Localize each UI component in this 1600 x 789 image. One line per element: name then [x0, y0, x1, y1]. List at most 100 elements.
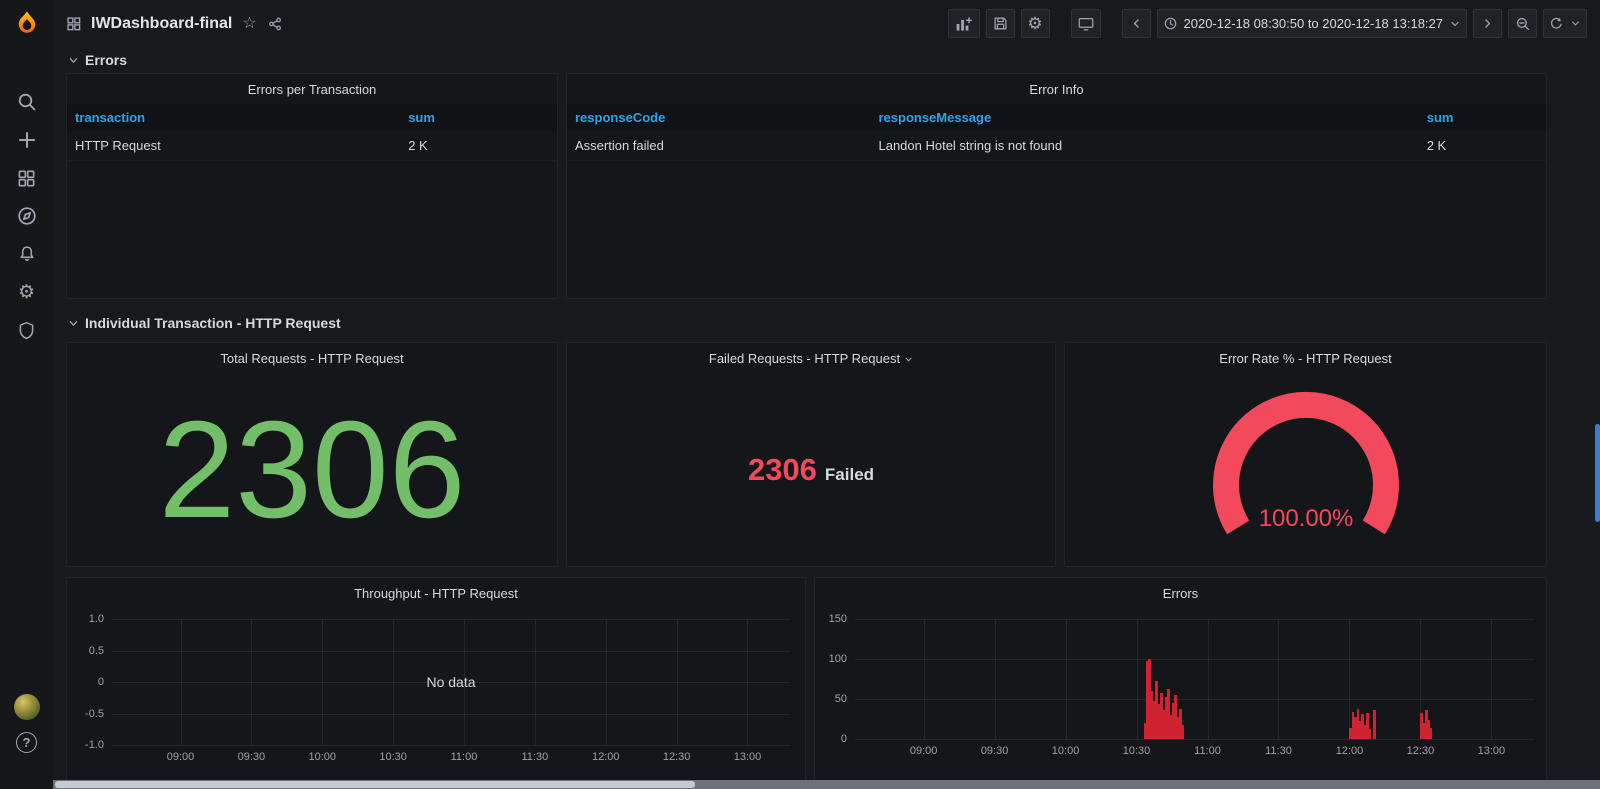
star-icon[interactable]: ☆: [242, 15, 256, 32]
column-header-sum[interactable]: sum: [400, 104, 557, 131]
y-axis-tick-label: 150: [828, 612, 847, 625]
grid-line-vertical: [534, 619, 536, 745]
error-info-table: responseCode responseMessage sum Asserti…: [567, 104, 1546, 161]
grid-line-horizontal: [855, 739, 1534, 740]
grid-line-vertical: [251, 619, 253, 745]
no-data-label: No data: [426, 674, 476, 690]
y-axis-tick-label: -1.0: [85, 738, 104, 751]
cell-transaction: HTTP Request: [67, 131, 400, 161]
y-axis-tick-label: -0.5: [85, 707, 104, 720]
explore-compass-icon[interactable]: [14, 203, 40, 229]
column-header-transaction[interactable]: transaction: [67, 104, 401, 131]
add-panel-button[interactable]: [947, 9, 980, 38]
x-axis-tick-label: 13:00: [733, 751, 762, 763]
error-bar: [1181, 724, 1184, 739]
grid-line-horizontal: [112, 650, 790, 652]
y-axis-tick-label: 1.0: [88, 612, 104, 625]
grid-line-vertical: [322, 619, 324, 745]
gauge-container: 100.00%: [1065, 377, 1546, 560]
x-axis-tick-label: 11:30: [1265, 745, 1292, 757]
horizontal-scrollbar[interactable]: [53, 780, 1600, 789]
grid-line-vertical: [605, 619, 607, 745]
panel-row-3: Throughput - HTTP Request 1.0 0.5 0 -0.5 -1.…: [66, 577, 1547, 789]
panel-title[interactable]: Throughput - HTTP Request: [67, 578, 805, 608]
row-header-individual-transaction[interactable]: Individual Transaction - HTTP Request: [66, 310, 1547, 336]
stat-value-container: 2306 Failed: [567, 373, 1055, 566]
refresh-button[interactable]: [1543, 9, 1587, 38]
refresh-interval-caret-icon: [1572, 21, 1579, 26]
horizontal-scrollbar-thumb[interactable]: [55, 781, 695, 788]
plus-icon[interactable]: [14, 127, 40, 153]
column-header-responsemessage[interactable]: responseMessage: [870, 104, 1419, 131]
grid-line-horizontal: [855, 658, 1534, 660]
grid-line-horizontal: [112, 745, 790, 746]
panel-menu-caret-icon[interactable]: [904, 355, 913, 364]
x-axis-tick-label: 10:00: [308, 751, 337, 763]
time-range-picker[interactable]: 2020-12-18 08:30:50 to 2020-12-18 13:18:…: [1156, 9, 1467, 38]
dashboards-grid-icon[interactable]: [14, 165, 40, 191]
grid-line-vertical: [180, 619, 182, 745]
column-header-responsecode[interactable]: responseCode: [567, 104, 871, 131]
y-axis-tick-label: 0: [97, 675, 104, 688]
cycle-view-tv-icon[interactable]: [1070, 9, 1101, 38]
x-axis-tick-label: 11:00: [1194, 745, 1221, 757]
grid-line-vertical: [994, 619, 996, 739]
panel-row-2: Total Requests - HTTP Request 2306 Faile…: [66, 342, 1547, 567]
table-header-row: transaction sum: [67, 104, 557, 131]
sidebar: ⚙ ?: [0, 0, 53, 789]
x-axis-tick-label: 10:00: [1051, 745, 1080, 757]
user-avatar[interactable]: [13, 694, 40, 720]
row-label: Individual Transaction - HTTP Request: [85, 315, 341, 331]
grid-line-vertical: [676, 619, 678, 745]
x-axis-tick-label: 09:00: [909, 745, 938, 757]
question-glyph: ?: [22, 735, 31, 750]
error-bar: [1429, 727, 1433, 739]
panel-row-1: Errors per Transaction transaction sum H…: [66, 73, 1547, 299]
panel-title[interactable]: Failed Requests - HTTP Request: [567, 343, 1055, 373]
x-axis-tick-label: 09:00: [166, 751, 195, 763]
shield-icon[interactable]: [14, 317, 40, 343]
errors-plot-area[interactable]: 150 100 50 0 09:00 09:30 10:00 10:30 11:00 11:30 1…: [829, 613, 1534, 757]
settings-gear-icon[interactable]: ⚙: [14, 279, 40, 305]
panel-title[interactable]: Error Rate % - HTTP Request: [1065, 343, 1546, 373]
panel-title[interactable]: Errors per Transaction: [67, 74, 557, 104]
x-axis-tick-label: 11:30: [521, 751, 549, 763]
dashboard-title[interactable]: IWDashboard-final: [91, 15, 232, 33]
time-range-text: 2020-12-18 08:30:50 to 2020-12-18 13:18:…: [1183, 16, 1444, 31]
top-navbar: IWDashboard-final ☆ ⚙ 2020-12-18 08:30:5…: [53, 0, 1600, 47]
column-header-sum[interactable]: sum: [1418, 104, 1546, 131]
search-icon[interactable]: [14, 89, 40, 115]
panel-title[interactable]: Error Info: [567, 74, 1546, 104]
grafana-logo[interactable]: [0, 0, 53, 47]
alerting-bell-icon[interactable]: [14, 241, 40, 267]
zoom-out-icon[interactable]: [1508, 9, 1537, 38]
cell-sum: 2 K: [400, 131, 557, 161]
panel-errors-per-transaction: Errors per Transaction transaction sum H…: [66, 73, 558, 299]
x-axis-tick-label: 12:00: [591, 751, 620, 763]
save-dashboard-button[interactable]: [985, 9, 1015, 38]
errors-per-transaction-table: transaction sum HTTP Request 2 K: [67, 104, 557, 161]
x-axis-tick-label: 09:30: [237, 751, 266, 763]
failed-requests-value: 2306: [747, 451, 817, 487]
y-axis-tick-label: 50: [834, 692, 847, 705]
time-shift-forward-button[interactable]: [1473, 9, 1502, 38]
row-header-errors[interactable]: Errors: [66, 47, 1547, 73]
panel-title[interactable]: Total Requests - HTTP Request: [67, 343, 557, 373]
table-header-row: responseCode responseMessage sum: [567, 104, 1546, 131]
navbar-right: ⚙ 2020-12-18 08:30:50 to 2020-12-18 13:1…: [947, 9, 1587, 38]
share-icon[interactable]: [267, 16, 283, 32]
throughput-plot-area[interactable]: 1.0 0.5 0 -0.5 -1.0 09:00 09:30 10:00 10:30 11:00…: [85, 613, 790, 763]
grid-line-vertical: [923, 619, 925, 739]
help-icon[interactable]: ?: [16, 732, 37, 753]
time-shift-back-button[interactable]: [1121, 9, 1151, 38]
vertical-scrollbar-thumb[interactable]: [1595, 424, 1600, 522]
gauge-value: 100.00%: [1258, 505, 1353, 532]
dashboard-grid-icon[interactable]: [66, 16, 81, 31]
panel-title[interactable]: Errors: [815, 578, 1546, 608]
gear-glyph: ⚙: [1027, 13, 1043, 33]
total-requests-value: 2306: [158, 392, 466, 547]
panel-throughput-graph: Throughput - HTTP Request 1.0 0.5 0 -0.5 -1.…: [66, 577, 806, 789]
grid-line-horizontal: [855, 698, 1534, 700]
dashboard-settings-gear-icon[interactable]: ⚙: [1020, 9, 1050, 38]
x-axis-tick-label: 12:30: [662, 751, 691, 763]
